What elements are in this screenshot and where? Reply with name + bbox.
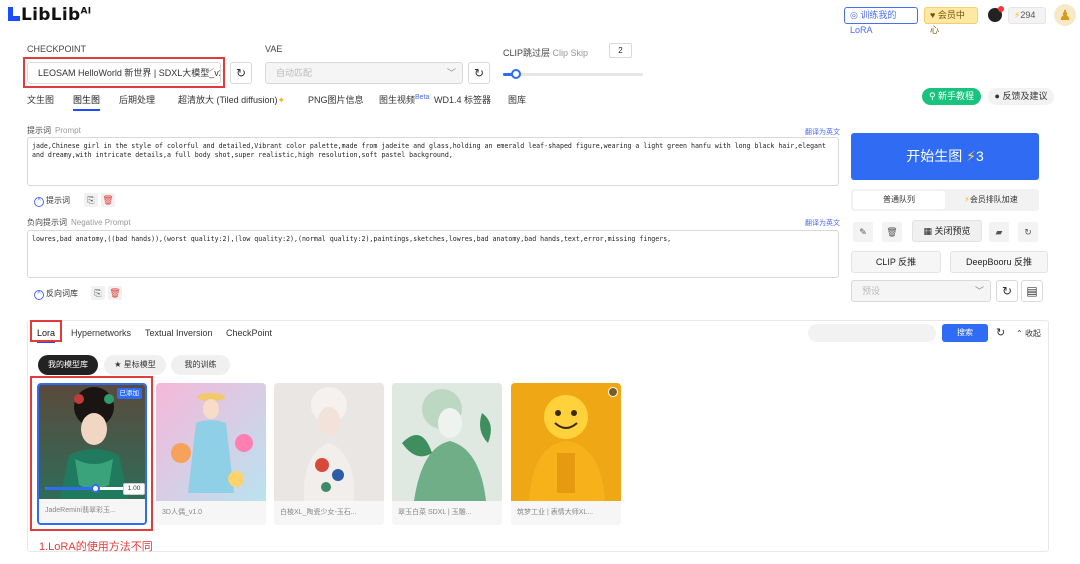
train-lora-button[interactable]: ◎ 训练我的LoRA [844,7,918,35]
folder-icon[interactable]: ▰ [989,222,1009,242]
grid-icon: ▦ [923,226,935,236]
lora-search-input[interactable] [808,324,936,342]
preset-select[interactable]: 预设 ﹀ [851,280,991,302]
clip-skip-label: CLIP跳过层 Clip Skip [503,48,589,58]
tab-img2img[interactable]: 图生图 [73,93,101,111]
save-preset-icon[interactable]: ▤ [1021,280,1043,302]
lora-card-caption: 翠玉白菜 SDXL | 玉雕... [392,501,502,525]
clip-skip-slider[interactable] [503,69,643,79]
prompt-library-button[interactable]: ^ 提示词 [34,195,70,207]
tutorial-button[interactable]: ⚲ 新手教程 [922,88,981,105]
queue-normal[interactable]: 普通队列 [853,191,945,209]
vip-center-button[interactable]: ♥ 会员中心 [924,7,978,35]
chevron-up-icon: ⌃ [1016,329,1023,338]
logo-mark-icon [8,7,20,21]
feedback-button[interactable]: ● 反馈及建议 [988,88,1054,105]
lora-tab-highlight [30,320,62,342]
sparkle-icon: ✦ [277,95,286,105]
lora-card-highlight [30,376,153,531]
medal-icon [608,387,618,397]
chip-starred[interactable]: ★ 星标模型 [104,355,166,375]
chip-my-training[interactable]: 我的训练 [171,355,230,375]
refresh-icon[interactable]: ↻ [1018,222,1038,242]
negative-library-button[interactable]: ^ 反向词库 [34,288,78,300]
deepbooru-reverse-button[interactable]: DeepBooru 反推 [950,251,1048,273]
lora-card[interactable]: 白棱XL_陶瓷少女-玉石... [274,383,384,525]
translate-negative-link[interactable]: 翻译为英文 [805,218,840,228]
lora-card[interactable]: 3D人偶_v1.0 [156,383,266,525]
lora-thumbnail [156,383,266,501]
tab-postprocess[interactable]: 后期处理 [119,93,155,106]
annotation-note: 1.LoRA的使用方法不同 [39,541,153,553]
translate-prompt-link[interactable]: 翻译为英文 [805,127,840,137]
tab-hypernetworks[interactable]: Hypernetworks [71,328,131,338]
generate-button[interactable]: 开始生图 ⚡3 [851,133,1039,180]
prompt-textarea[interactable]: jade,Chinese girl in the style of colorf… [27,137,839,186]
clip-reverse-button[interactable]: CLIP 反推 [851,251,941,273]
tab-checkpoint[interactable]: CheckPoint [226,328,272,338]
lora-card-caption: 3D人偶_v1.0 [156,501,266,525]
lora-card-caption: 筑梦工业 | 表情大师XL... [511,501,621,525]
chevron-up-icon: ^ [34,290,44,300]
chevron-down-icon: ﹀ [974,286,984,296]
trash-icon[interactable]: 🗑 [101,193,115,207]
queue-toggle: 普通队列 ⚡会员排队加速 [851,189,1039,211]
tab-png-info[interactable]: PNG图片信息 [308,93,364,106]
star-icon: ★ [114,360,124,369]
lora-search-button[interactable]: 搜索 [942,324,988,342]
refresh-vae-icon[interactable]: ↻ [468,62,490,84]
tab-gallery[interactable]: 图库 [508,93,526,106]
copy-icon[interactable]: ⎘ [84,193,98,207]
negative-prompt-textarea[interactable]: lowres,bad anatomy,((bad hands)),(worst … [27,230,839,278]
notification-icon[interactable] [988,6,1004,22]
refresh-icon[interactable]: ↻ [996,326,1005,339]
pen-icon[interactable]: ✎ [853,222,873,242]
lora-card[interactable]: 筑梦工业 | 表情大师XL... [511,383,621,525]
copy-icon[interactable]: ⎘ [91,286,105,300]
avatar[interactable]: ♟ [1054,4,1076,26]
prompt-label: 提示词 Prompt [27,126,81,135]
lora-thumbnail [392,383,502,501]
target-icon: ◎ [850,10,861,20]
tab-textual-inversion[interactable]: Textual Inversion [145,328,213,338]
top-bar: LibLibAI ◎ 训练我的LoRA ♥ 会员中心 ⚡294 ♟ [0,0,1080,35]
lora-card[interactable]: 翠玉白菜 SDXL | 玉雕... [392,383,502,525]
vae-select[interactable]: 自动匹配 ﹀ [265,62,463,84]
vae-label: VAE [265,44,283,54]
bolt-icon: ⚡ [966,148,976,164]
negative-prompt-label: 负向提示词 Negative Prompt [27,218,131,227]
tab-wd14-tagger[interactable]: WD1.4 标签器 [434,93,491,106]
points-badge[interactable]: ⚡294 [1008,7,1046,24]
tab-upscale[interactable]: 超清放大 (Tiled diffusion)✦ [178,93,285,106]
lora-card-caption: 白棱XL_陶瓷少女-玉石... [274,501,384,525]
clip-skip-knob[interactable] [510,69,521,79]
tab-txt2img[interactable]: 文生图 [27,93,54,106]
lora-thumbnail [274,383,384,501]
queue-vip[interactable]: ⚡会员排队加速 [945,191,1037,209]
chip-my-models[interactable]: 我的模型库 [38,355,98,375]
collapse-button[interactable]: ⌃ 收起 [1016,328,1041,339]
tab-img2video[interactable]: 图生视频Beta [379,93,429,106]
chevron-down-icon: ﹀ [446,68,456,78]
chevron-up-icon: ^ [34,197,44,207]
diamond-icon: ♥ [930,10,938,20]
checkpoint-highlight [23,57,225,88]
refresh-checkpoint-icon[interactable]: ↻ [230,62,252,84]
lora-thumbnail [511,383,621,501]
refresh-preset-icon[interactable]: ↻ [996,280,1018,302]
trash-icon[interactable]: 🗑 [882,222,902,242]
search-icon: ⚲ [928,91,939,101]
close-preview-button[interactable]: ▦ 关闭预览 [912,220,982,242]
clip-skip-input[interactable]: 2 [609,43,632,58]
trash-icon[interactable]: 🗑 [108,286,122,300]
logo[interactable]: LibLibAI [8,5,91,25]
checkpoint-label: CHECKPOINT [27,44,87,54]
